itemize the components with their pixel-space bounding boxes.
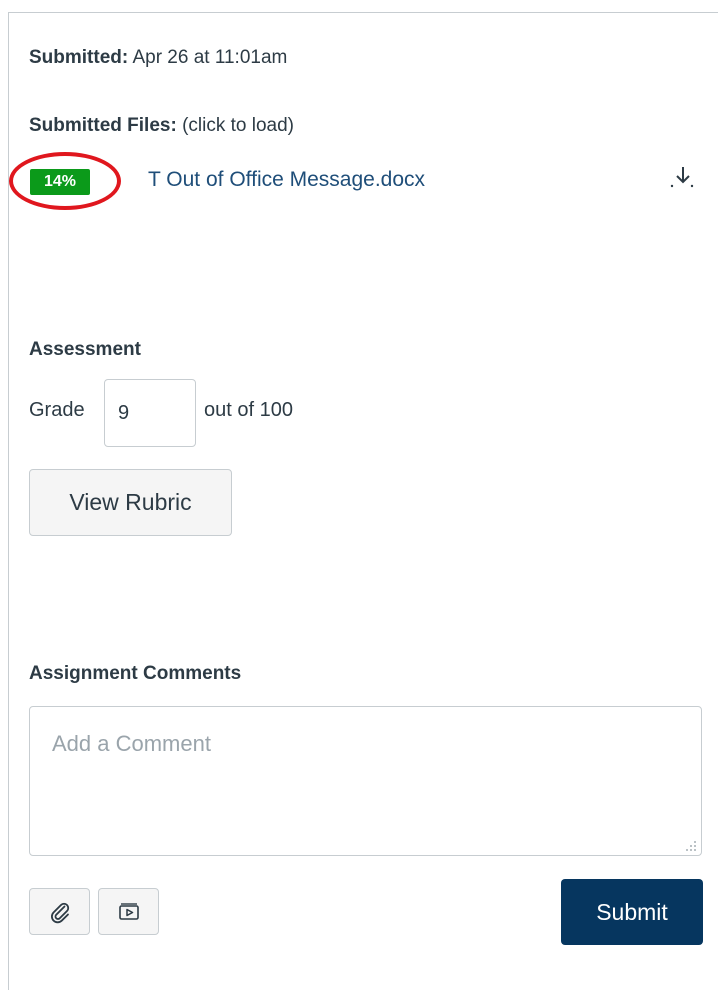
- grade-label: Grade: [29, 399, 85, 421]
- media-play-icon: [118, 902, 139, 920]
- submitted-label: Submitted:: [29, 47, 129, 68]
- submitted-date: Apr 26 at 11:01am: [132, 47, 288, 68]
- submitted-line: Submitted: Apr 26 at 11:01am: [29, 47, 287, 69]
- submit-comment-button[interactable]: Submit: [561, 879, 703, 945]
- similarity-score-badge[interactable]: 14%: [30, 169, 90, 195]
- grade-input[interactable]: [104, 379, 196, 447]
- submitted-file-link[interactable]: T Out of Office Message.docx: [148, 168, 425, 192]
- attach-file-button[interactable]: [29, 888, 90, 935]
- media-comment-button[interactable]: [98, 888, 159, 935]
- grade-out-of-label: out of 100: [204, 399, 293, 421]
- submitted-file-row: 14% T Out of Office Message.docx: [9, 150, 710, 210]
- view-rubric-button[interactable]: View Rubric: [29, 469, 232, 536]
- paperclip-icon: [50, 902, 69, 923]
- assignment-comments-heading: Assignment Comments: [29, 663, 242, 684]
- submitted-files-hint: (click to load): [182, 115, 294, 136]
- submitted-files-line: Submitted Files: (click to load): [29, 115, 294, 137]
- submitted-files-label: Submitted Files:: [29, 115, 177, 136]
- download-icon[interactable]: [668, 162, 694, 190]
- comment-textarea[interactable]: [29, 706, 702, 856]
- assessment-heading: Assessment: [29, 339, 141, 360]
